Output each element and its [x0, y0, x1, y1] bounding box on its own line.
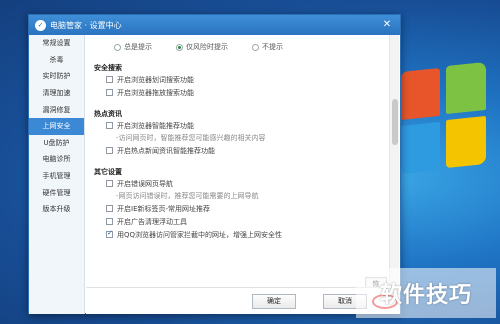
- radio-label: 总是提示: [124, 43, 152, 51]
- checkbox[interactable]: [106, 89, 113, 96]
- checkbox-qq-browser[interactable]: 用QQ浏览器访问管家拦截中的网址，增强上网安全性: [94, 228, 388, 241]
- prompt-radio-group: 总是提示 仅风险时提示 不提示: [94, 41, 388, 53]
- radio-dot-selected: [176, 43, 183, 51]
- sidebar-item-web-security[interactable]: 上网安全: [29, 117, 84, 135]
- sidebar-item-cleanup[interactable]: 清理加速: [29, 85, 84, 102]
- settings-content: 总是提示 仅风险时提示 不提示 安全搜索 开启浏览器划词搜索功能 开启浏览器拖放…: [86, 35, 388, 287]
- close-icon[interactable]: ✕: [380, 18, 394, 31]
- app-logo-icon: ✓: [35, 19, 46, 31]
- checkbox-label: 开启错误网页导航: [117, 179, 173, 188]
- checkbox-label: 开启浏览器智能推荐功能: [117, 121, 194, 130]
- description-text: -访问网页时，智能推荐您可能感兴趣的相关内容: [116, 134, 266, 142]
- sidebar-item-clinic[interactable]: 电脑诊所: [29, 151, 84, 168]
- checkbox-label: 用QQ浏览器访问管家拦截中的网址，增强上网安全性: [117, 230, 283, 239]
- settings-window: ✓ 电脑管家 · 设置中心 ✕ 常规设置 杀毒 实时防护 清理加速 漏洞修复 上…: [28, 14, 401, 314]
- checkbox-label: 开启热点新闻资讯智能推荐功能: [117, 146, 215, 155]
- section-title-other: 其它设置: [94, 168, 122, 176]
- checkbox-drag-search[interactable]: 开启浏览器拖放搜索功能: [94, 86, 388, 99]
- watermark: 软件技巧: [356, 268, 496, 318]
- radio-risk-only[interactable]: 仅风险时提示: [176, 42, 228, 52]
- checkbox[interactable]: [106, 147, 113, 154]
- window-title: 电脑管家 · 设置中心: [50, 20, 122, 30]
- sidebar-item-realtime[interactable]: 实时防护: [29, 68, 84, 85]
- sidebar-item-hardware[interactable]: 硬件管理: [29, 184, 84, 201]
- checkbox-smart-recommend[interactable]: 开启浏览器智能推荐功能: [94, 119, 388, 132]
- radio-dot: [252, 43, 259, 51]
- checkbox-label: 开启IE新标签页-常用网址推荐: [117, 204, 211, 213]
- scrollbar[interactable]: [389, 35, 399, 287]
- sidebar-item-antivirus[interactable]: 杀毒: [29, 52, 84, 69]
- sidebar-item-upgrade[interactable]: 版本升级: [29, 201, 84, 218]
- sidebar-item-general[interactable]: 常规设置: [29, 35, 84, 52]
- sidebar-item-usb[interactable]: U盘防护: [29, 135, 84, 152]
- checkbox-label: 开启广告清理浮动工具: [117, 217, 187, 226]
- checkbox-ie-newtab[interactable]: 开启IE新标签页-常用网址推荐: [94, 202, 388, 215]
- sidebar: 常规设置 杀毒 实时防护 清理加速 漏洞修复 上网安全 U盘防护 电脑诊所 手机…: [29, 35, 85, 314]
- sidebar-item-phone[interactable]: 手机管理: [29, 168, 84, 185]
- checkbox-error-nav[interactable]: 开启错误网页导航: [94, 177, 388, 190]
- checkbox[interactable]: [106, 76, 113, 83]
- section-title-hot-news: 热点资讯: [94, 110, 122, 118]
- radio-never[interactable]: 不提示: [252, 42, 283, 52]
- section-title-safe-search: 安全搜索: [94, 64, 122, 72]
- radio-label: 仅风险时提示: [186, 43, 228, 51]
- checkbox[interactable]: [106, 122, 113, 129]
- description-text: -网页访问错误时，推荐您可能需要的上网导航: [116, 192, 259, 200]
- checkbox[interactable]: [106, 218, 113, 225]
- checkbox-word-search[interactable]: 开启浏览器划词搜索功能: [94, 73, 388, 86]
- checkbox-checked[interactable]: [106, 229, 113, 238]
- checkbox-ad-cleaner[interactable]: 开启广告清理浮动工具: [94, 215, 388, 228]
- scroll-thumb[interactable]: [392, 99, 398, 145]
- radio-dot: [114, 43, 121, 51]
- checkbox[interactable]: [106, 180, 113, 187]
- checkbox-label: 开启浏览器拖放搜索功能: [117, 88, 194, 97]
- title-bar[interactable]: ✓ 电脑管家 · 设置中心 ✕: [29, 15, 400, 35]
- checkbox-label: 开启浏览器划词搜索功能: [117, 75, 194, 84]
- radio-always[interactable]: 总是提示: [114, 42, 152, 52]
- radio-label: 不提示: [262, 43, 283, 51]
- dialog-footer: 确定 取消: [86, 287, 400, 314]
- sidebar-item-patch[interactable]: 漏洞修复: [29, 101, 84, 118]
- ok-button[interactable]: 确定: [252, 294, 296, 309]
- windows-logo-icon: [400, 60, 496, 190]
- checkbox[interactable]: [106, 205, 113, 212]
- checkbox-news-recommend[interactable]: 开启热点新闻资讯智能推荐功能: [94, 144, 388, 157]
